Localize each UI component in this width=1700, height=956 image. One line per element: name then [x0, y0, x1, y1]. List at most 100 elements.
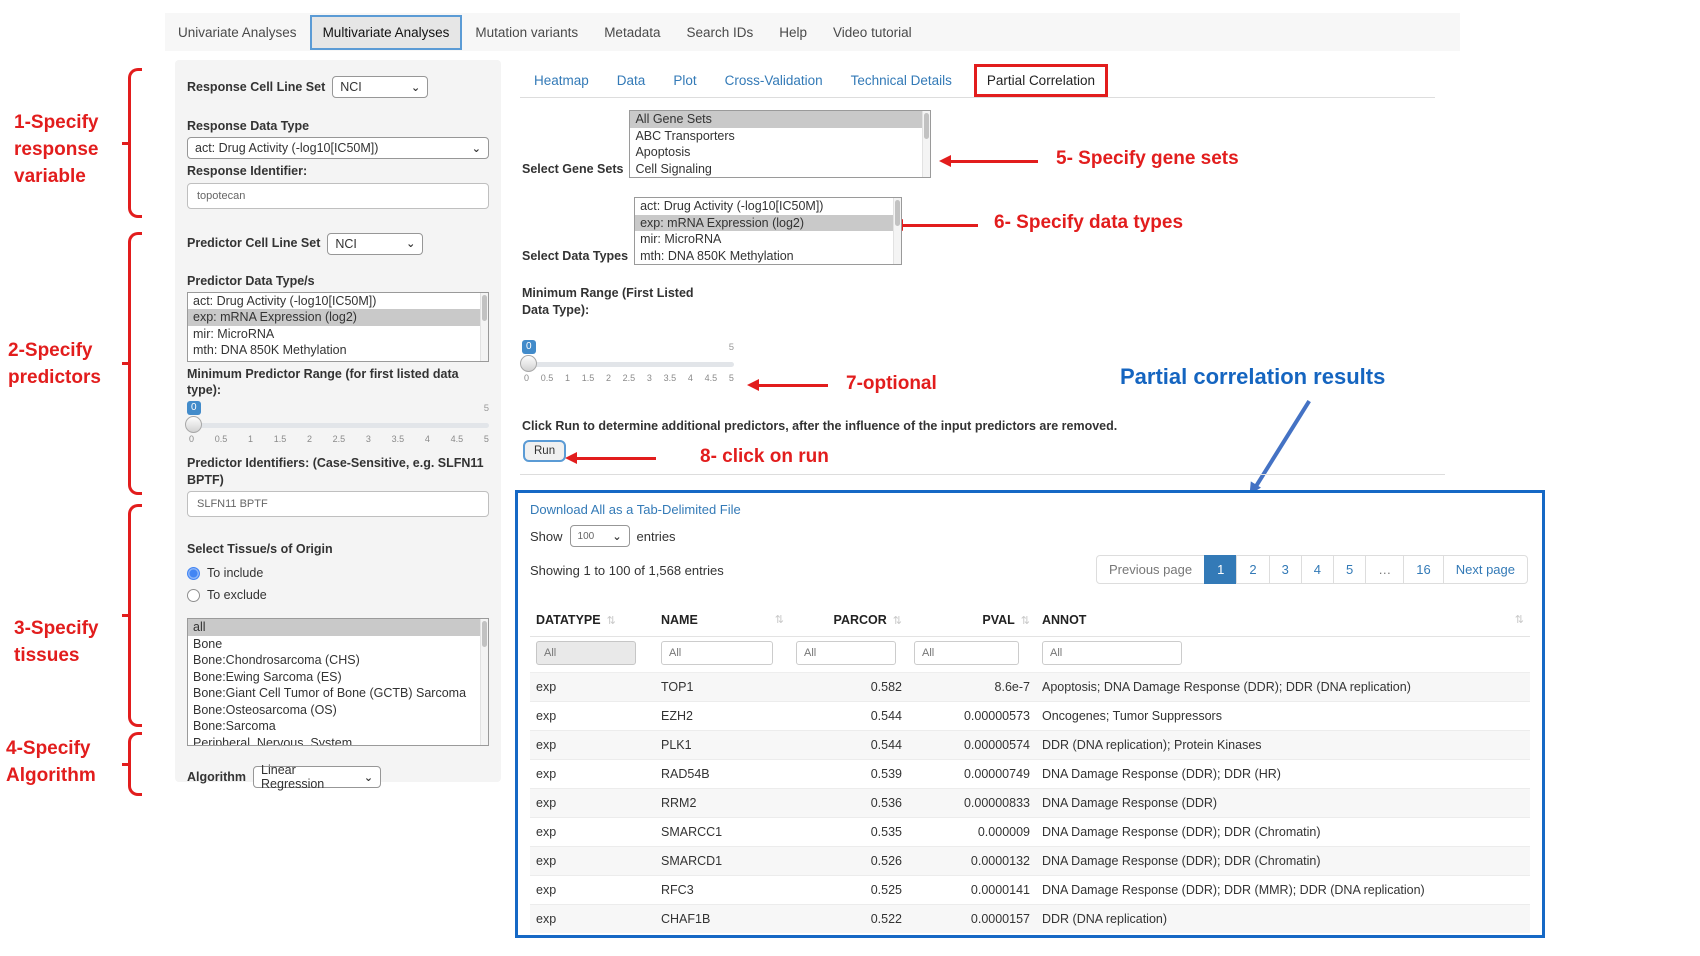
list-item[interactable]: Bone:Chondrosarcoma (CHS) — [188, 652, 488, 669]
list-item[interactable]: mir: MicroRNA — [635, 231, 901, 248]
column-header-datatype[interactable]: DATATYPE⇅ — [530, 604, 655, 637]
nav-multivariate-analyses[interactable]: Multivariate Analyses — [310, 15, 463, 50]
predictor-identifiers-input[interactable] — [187, 491, 489, 517]
run-button[interactable]: Run — [523, 440, 566, 462]
next-page-button[interactable]: Next page — [1443, 555, 1528, 584]
list-item[interactable]: exp: mRNA Expression (log2) — [188, 309, 488, 326]
tab-technical-details[interactable]: Technical Details — [837, 65, 966, 96]
list-item[interactable]: all — [188, 619, 488, 636]
page-button-2[interactable]: 2 — [1236, 555, 1269, 584]
predictor-cell-line-set-label: Predictor Cell Line Set — [187, 235, 320, 251]
algorithm-select[interactable]: Linear Regression ⌄ — [253, 766, 381, 788]
list-item[interactable]: Bone:Giant Cell Tumor of Bone (GCTB) Sar… — [188, 685, 488, 702]
list-item[interactable]: Bone — [188, 636, 488, 653]
list-item[interactable]: mir: MicroRNA — [188, 326, 488, 343]
slider-handle[interactable] — [520, 355, 537, 372]
scrollbar-thumb[interactable] — [895, 200, 900, 226]
list-item[interactable]: ABC Transporters — [630, 128, 930, 145]
gene-sets-label: Select Gene Sets — [522, 162, 623, 176]
cell-parcor: 0.582 — [790, 673, 908, 702]
column-header-name[interactable]: NAME⇅ — [655, 604, 790, 637]
slider-handle[interactable] — [185, 416, 202, 433]
scrollbar-thumb[interactable] — [482, 295, 487, 321]
page-button-5[interactable]: 5 — [1333, 555, 1366, 584]
nav-help[interactable]: Help — [766, 15, 820, 50]
annotation-brace-4 — [128, 732, 142, 796]
radio-unchecked-icon[interactable] — [187, 589, 200, 602]
list-item[interactable]: Peripheral_Nervous_System — [188, 735, 488, 747]
sort-icon[interactable]: ⇅ — [893, 615, 902, 627]
previous-page-button[interactable]: Previous page — [1096, 555, 1205, 584]
list-item[interactable]: mth: DNA 850K Methylation — [188, 342, 488, 359]
list-item[interactable]: act: Drug Activity (-log10[IC50M]) — [188, 293, 488, 310]
scrollbar-thumb[interactable] — [924, 113, 929, 139]
sort-icon[interactable]: ⇅ — [607, 615, 616, 627]
tick-label: 4 — [688, 373, 693, 383]
scrollbar[interactable] — [480, 619, 488, 745]
scrollbar[interactable] — [480, 293, 488, 361]
response-identifier-input[interactable] — [187, 183, 489, 209]
scrollbar[interactable] — [893, 198, 901, 264]
predictor-cell-line-set-select[interactable]: NCI ⌄ — [327, 233, 423, 255]
list-item[interactable]: Cell Signaling — [630, 161, 930, 178]
filter-annot-input[interactable] — [1042, 641, 1182, 665]
cell-annot: DNA Damage Response (DDR) — [1036, 789, 1530, 818]
sort-icon[interactable]: ⇅ — [775, 613, 784, 626]
tissue-exclude-option[interactable]: To exclude — [187, 584, 489, 606]
column-header-pval[interactable]: PVAL⇅ — [908, 604, 1036, 637]
list-item[interactable]: act: Drug Activity (-log10[IC50M]) — [635, 198, 901, 215]
cell-annot: DDR (DNA replication); Protein Kinases — [1036, 731, 1530, 760]
annotation-arrow-optional — [758, 384, 828, 387]
results-table: DATATYPE⇅ NAME⇅ PARCOR⇅ PVAL⇅ ANNOT⇅ exp… — [530, 604, 1530, 933]
list-item[interactable]: Apoptosis — [630, 144, 930, 161]
tab-heatmap[interactable]: Heatmap — [520, 65, 603, 96]
column-header-annot[interactable]: ANNOT⇅ — [1036, 604, 1530, 637]
list-item[interactable]: Bone:Osteosarcoma (OS) — [188, 702, 488, 719]
list-item[interactable]: mth: DNA 850K Methylation — [635, 248, 901, 265]
filter-name-input[interactable] — [661, 641, 773, 665]
nav-mutation-variants[interactable]: Mutation variants — [462, 15, 591, 50]
filter-parcor-input[interactable] — [796, 641, 896, 665]
cell-parcor: 0.544 — [790, 731, 908, 760]
list-item[interactable]: Bone:Sarcoma — [188, 718, 488, 735]
scrollbar-thumb[interactable] — [482, 621, 487, 647]
scrollbar[interactable] — [922, 111, 930, 177]
table-row: expRFC30.5250.0000141DNA Damage Response… — [530, 876, 1530, 905]
tab-data[interactable]: Data — [603, 65, 660, 96]
nav-video-tutorial[interactable]: Video tutorial — [820, 15, 925, 50]
filter-pval-input[interactable] — [914, 641, 1019, 665]
annotation-brace-3 — [128, 504, 142, 727]
nav-univariate-analyses[interactable]: Univariate Analyses — [165, 15, 310, 50]
list-item[interactable]: All Gene Sets — [630, 111, 930, 128]
radio-checked-icon[interactable] — [187, 567, 200, 580]
list-item[interactable]: exp: mRNA Expression (log2) — [635, 215, 901, 232]
slider-value-badge: 0 — [187, 401, 201, 415]
gene-sets-field: Select Gene Sets All Gene Sets ABC Trans… — [522, 110, 931, 178]
page-length-select[interactable]: 100 ⌄ — [570, 525, 630, 547]
page-button-3[interactable]: 3 — [1269, 555, 1302, 584]
tissue-include-option[interactable]: To include — [187, 562, 489, 584]
page-button-1[interactable]: 1 — [1204, 555, 1237, 584]
nav-metadata[interactable]: Metadata — [591, 15, 673, 50]
chevron-down-icon: ⌄ — [364, 771, 373, 784]
chevron-down-icon: ⌄ — [472, 142, 481, 155]
filter-datatype-input[interactable] — [536, 641, 636, 665]
nav-search-ids[interactable]: Search IDs — [673, 15, 766, 50]
download-all-link[interactable]: Download All as a Tab-Delimited File — [530, 502, 741, 517]
slider-track — [522, 362, 734, 367]
sort-icon[interactable]: ⇅ — [1515, 613, 1524, 626]
response-cell-line-set-select[interactable]: NCI ⌄ — [332, 76, 428, 98]
tab-plot[interactable]: Plot — [659, 65, 710, 96]
sort-icon[interactable]: ⇅ — [1021, 615, 1030, 627]
table-row: expPLK10.5440.00000574DDR (DNA replicati… — [530, 731, 1530, 760]
list-item[interactable]: Bone:Ewing Sarcoma (ES) — [188, 669, 488, 686]
annotation-brace-2 — [128, 232, 142, 495]
page-button-16[interactable]: 16 — [1403, 555, 1443, 584]
tab-partial-correlation[interactable]: Partial Correlation — [974, 64, 1108, 97]
response-data-type-select[interactable]: act: Drug Activity (-log10[IC50M]) ⌄ — [187, 137, 489, 159]
cell-name: RAD54B — [655, 760, 790, 789]
page-button-4[interactable]: 4 — [1301, 555, 1334, 584]
column-header-parcor[interactable]: PARCOR⇅ — [790, 604, 908, 637]
tissue-exclude-label: To exclude — [207, 588, 267, 602]
tab-cross-validation[interactable]: Cross-Validation — [711, 65, 837, 96]
